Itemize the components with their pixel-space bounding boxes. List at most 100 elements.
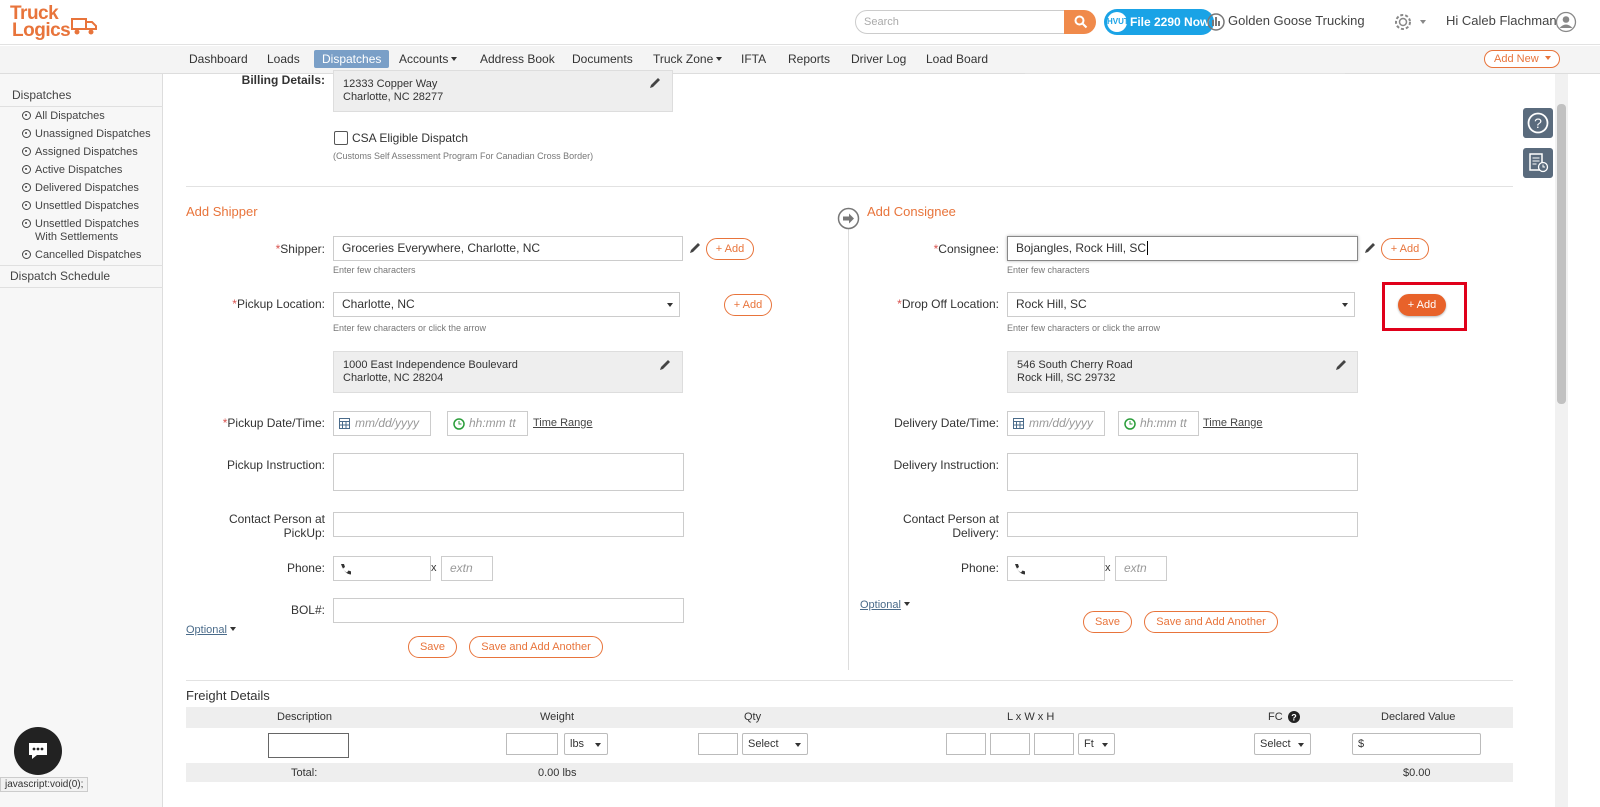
delivery-extn-input[interactable]: extn (1115, 556, 1167, 581)
freight-height-input[interactable] (1034, 733, 1074, 755)
consignee-save-and-add-another-button[interactable]: Save and Add Another (1144, 611, 1278, 633)
declared-value-input[interactable]: $ (1352, 733, 1481, 755)
freight-col-qty: Qty (744, 711, 762, 723)
pickup-contact-label: Contact Person at PickUp: (228, 512, 325, 540)
chat-launcher-button[interactable] (14, 727, 62, 775)
sidebar-item-assigned[interactable]: Assigned Dispatches (22, 146, 138, 159)
shipper-hint: Enter few characters (333, 265, 416, 275)
csa-eligible-checkbox[interactable] (334, 131, 348, 145)
drop-off-location-select[interactable]: Rock Hill, SC (1007, 292, 1355, 317)
nav-load-board[interactable]: Load Board (926, 52, 988, 66)
consignee-optional-toggle[interactable]: Optional (860, 599, 910, 611)
freight-width-input[interactable] (990, 733, 1030, 755)
nav-driver-log[interactable]: Driver Log (851, 52, 906, 66)
settings-chevron-down-icon[interactable] (1420, 20, 1426, 24)
edit-pencil-icon[interactable] (1364, 242, 1376, 254)
bol-input[interactable] (333, 598, 684, 623)
search-button[interactable] (1064, 10, 1096, 34)
copy-arrow-icon[interactable] (837, 207, 860, 230)
truck-logics-logo[interactable]: Truck Logics (10, 3, 97, 43)
edit-pencil-icon[interactable] (659, 359, 671, 371)
calendar-icon (1013, 418, 1024, 429)
nav-dashboard[interactable]: Dashboard (189, 52, 248, 66)
file-2290-button[interactable]: HVUT File 2290 Now (1104, 9, 1214, 35)
freight-total-value: $0.00 (1403, 767, 1431, 779)
sidebar-item-unassigned[interactable]: Unassigned Dispatches (22, 128, 151, 141)
top-header: Truck Logics Search HVUT File 2290 Now G… (0, 0, 1600, 45)
delivery-time-input[interactable]: hh:mm tt (1118, 411, 1199, 436)
add-consignee-button[interactable]: + Add (1381, 238, 1429, 260)
browser-status-bar: javascript:void(0); (0, 777, 89, 792)
chevron-down-icon (229, 627, 236, 631)
nav-dispatches[interactable]: Dispatches (314, 50, 390, 68)
dimension-unit-select[interactable]: Ft (1078, 733, 1115, 755)
bullet-icon (22, 147, 31, 156)
sidebar-item-unsettled-with-settlements[interactable]: Unsettled Dispatches With Settlements (22, 218, 147, 244)
sidebar-item-unsettled[interactable]: Unsettled Dispatches (22, 200, 139, 213)
consignee-label: *Consignee: (933, 242, 999, 256)
nav-truck-zone[interactable]: Truck Zone (653, 52, 723, 66)
delivery-phone-input[interactable] (1007, 556, 1105, 581)
sidebar-item-delivered[interactable]: Delivered Dispatches (22, 182, 139, 195)
pickup-phone-input[interactable] (333, 556, 431, 581)
qty-unit-select[interactable]: Select (742, 733, 808, 755)
pickup-location-select[interactable]: Charlotte, NC (333, 292, 680, 317)
consignee-input[interactable]: Bojangles, Rock Hill, SC (1007, 236, 1358, 261)
shipper-optional-toggle[interactable]: Optional (186, 624, 236, 636)
shipper-save-and-add-another-button[interactable]: Save and Add Another (469, 636, 603, 658)
chevron-down-icon (667, 303, 673, 307)
nav-accounts[interactable]: Accounts (399, 52, 458, 66)
scrollbar-thumb[interactable] (1557, 104, 1566, 404)
sidebar-item-dispatch-schedule[interactable]: Dispatch Schedule (10, 269, 110, 283)
pickup-time-range-link[interactable]: Time Range (533, 417, 593, 429)
sidebar-item-active[interactable]: Active Dispatches (22, 164, 122, 177)
company-name[interactable]: Golden Goose Trucking (1228, 13, 1365, 28)
csa-eligible-label: CSA Eligible Dispatch (352, 131, 469, 145)
notes-panel-button[interactable] (1523, 148, 1553, 178)
add-drop-off-location-button[interactable]: + Add (1398, 294, 1446, 316)
add-shipper-title: Add Shipper (186, 204, 258, 219)
add-new-button[interactable]: Add New (1484, 50, 1560, 68)
shipper-input[interactable]: Groceries Everywhere, Charlotte, NC (333, 236, 683, 261)
user-avatar-icon[interactable] (1555, 11, 1577, 33)
freight-description-input[interactable] (268, 733, 349, 758)
fc-select[interactable]: Select (1254, 733, 1311, 755)
nav-address-book[interactable]: Address Book (480, 52, 555, 66)
nav-loads[interactable]: Loads (267, 52, 300, 66)
edit-pencil-icon[interactable] (649, 77, 661, 89)
help-icon[interactable]: ? (1287, 711, 1300, 723)
delivery-contact-input[interactable] (1007, 512, 1358, 537)
weight-unit-select[interactable]: lbs (564, 733, 608, 755)
pickup-contact-input[interactable] (333, 512, 684, 537)
add-shipper-button[interactable]: + Add (706, 238, 754, 260)
freight-qty-input[interactable] (698, 733, 738, 755)
consignee-save-button[interactable]: Save (1083, 611, 1132, 633)
delivery-instruction-textarea[interactable] (1007, 453, 1358, 491)
pickup-location-label: *Pickup Location: (232, 297, 325, 311)
delivery-date-input[interactable]: mm/dd/yyyy (1007, 411, 1105, 436)
user-greeting[interactable]: Hi Caleb Flachman (1446, 13, 1557, 28)
freight-length-input[interactable] (946, 733, 986, 755)
divider (0, 287, 163, 288)
edit-pencil-icon[interactable] (689, 242, 701, 254)
pickup-extn-input[interactable]: extn (441, 556, 493, 581)
sidebar-item-all-dispatches[interactable]: All Dispatches (22, 110, 105, 123)
nav-documents[interactable]: Documents (572, 52, 633, 66)
help-panel-button[interactable]: ? (1523, 108, 1553, 138)
pickup-time-input[interactable]: hh:mm tt (447, 411, 528, 436)
sidebar-item-cancelled[interactable]: Cancelled Dispatches (22, 249, 141, 262)
shipper-save-button[interactable]: Save (408, 636, 457, 658)
edit-pencil-icon[interactable] (1335, 359, 1347, 371)
search-input[interactable]: Search (855, 10, 1065, 34)
pickup-instruction-textarea[interactable] (333, 453, 684, 491)
nav-reports[interactable]: Reports (788, 52, 830, 66)
nav-ifta[interactable]: IFTA (741, 52, 766, 66)
divider (1025, 73, 1345, 74)
pickup-date-input[interactable]: mm/dd/yyyy (333, 411, 431, 436)
delivery-time-range-link[interactable]: Time Range (1203, 417, 1263, 429)
sidebar-heading-dispatches[interactable]: Dispatches (12, 88, 71, 102)
freight-weight-input[interactable] (506, 733, 558, 755)
section-divider (186, 186, 1513, 187)
settings-gear-icon[interactable] (1392, 11, 1414, 33)
add-pickup-location-button[interactable]: + Add (724, 294, 772, 316)
